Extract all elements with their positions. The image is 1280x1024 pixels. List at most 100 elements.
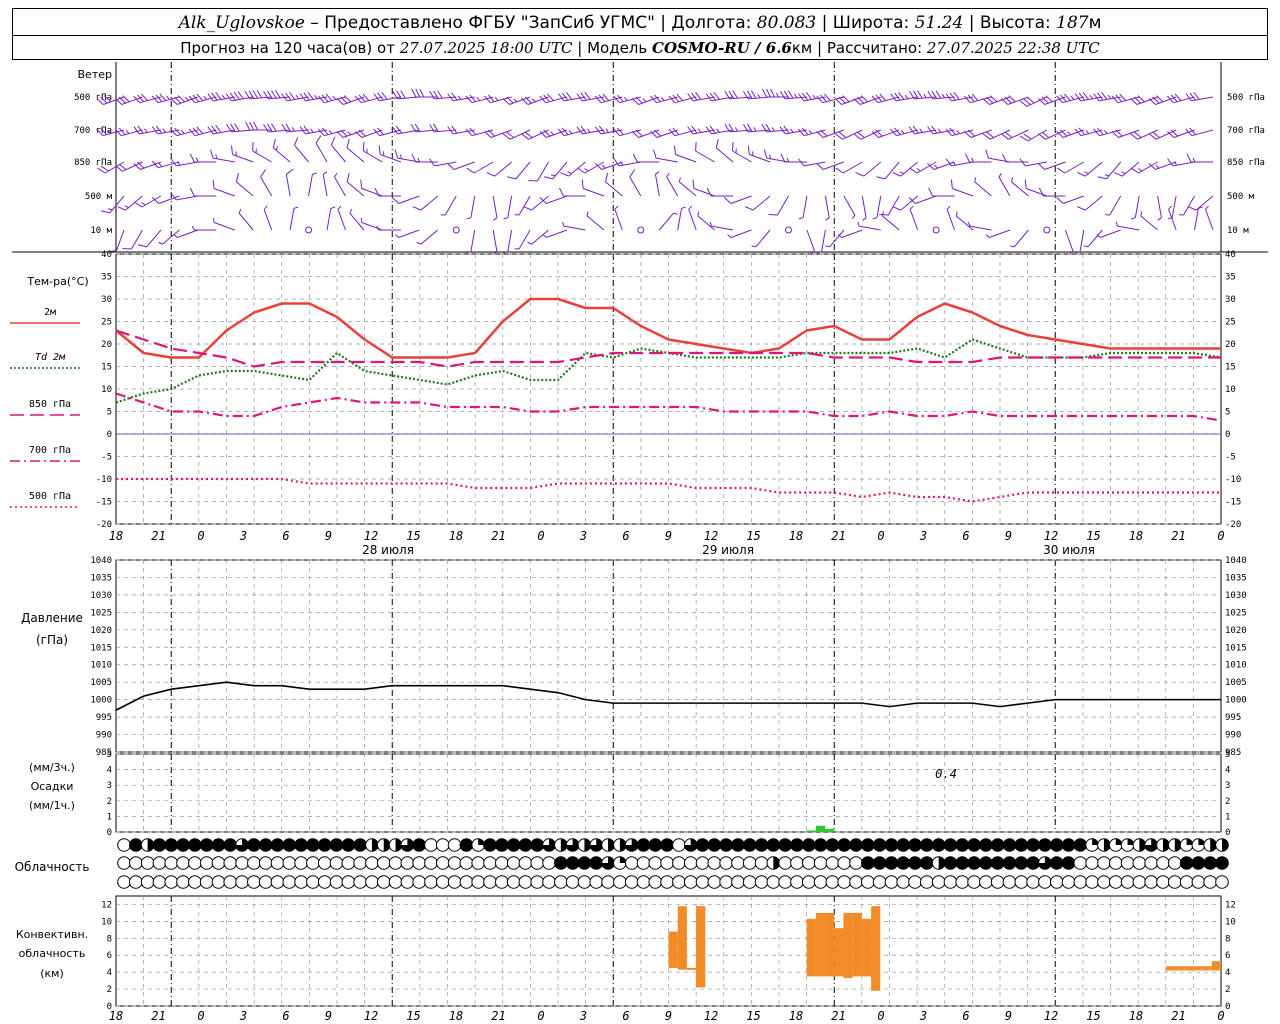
cloud-cover-symbol [117,875,131,889]
wind-barb-flag [286,168,294,175]
wind-barb [872,195,882,220]
convective-bar [806,918,816,977]
pressure-right-tick-label: 1025 [1225,608,1247,618]
wind-barb-staff [1134,195,1140,218]
wind-barb [115,161,143,172]
wind-barb-staff [859,225,881,231]
wind-barb-halfflag [900,129,905,134]
cloud-cover-symbol [707,875,722,889]
wind-barb [881,211,900,231]
temperature-time-tick-label: 3 [919,529,927,543]
cloud-cover-symbol [813,856,828,870]
cloud-cover-symbol [778,838,792,852]
temperature-legend-label: 700 гПа [29,445,71,456]
pressure-left-tick-label: 990 [96,731,112,741]
cloud-cover-symbol [152,838,167,852]
wind-barb-flag [346,139,350,148]
cloud-cover-symbol [577,856,592,870]
temperature-time-tick-label: 12 [1044,529,1058,543]
wind-barb [1000,95,1029,105]
cloud-cover-symbol [1002,875,1017,889]
wind-barb-flag [252,90,259,99]
cloud-cover-symbol [943,838,958,852]
wind-barb-flag [507,176,517,180]
wind-barb-staff [821,229,826,252]
cloud-cover-symbol [152,856,167,870]
cloud-cover-symbol [1038,875,1052,889]
cloud-cover-symbol [837,856,851,870]
wind-barb [797,127,826,137]
wind-barb-staff [730,229,752,238]
precip-left-tick-label: 2 [107,797,112,807]
wind-barb-halfflag [334,172,338,178]
wind-barb-flag [245,121,251,131]
wind-barb [817,229,826,254]
wind-barb [857,221,881,231]
convective-bar [834,928,844,977]
wind-barb-staff [564,129,586,137]
cloud-cover-symbol [1026,875,1040,889]
temperature-time-tick-label: 15 [406,529,420,543]
wind-barb-halfflag [514,214,520,216]
convective-right-tick-label: 4 [1225,968,1230,978]
wind-barb [763,149,789,163]
wind-barb [137,229,162,248]
wind-barb-halfflag [162,128,166,133]
wind-barb-flag [210,149,214,159]
cloud-cover-symbol [955,856,970,870]
wind-barb-flag [253,121,259,131]
wind-barb-halfflag [727,234,732,238]
wind-barb-flag [411,88,417,98]
wind-barb [557,127,586,137]
wind-barb-staff [804,129,826,137]
wind-barb-flag [935,90,942,99]
temperature-time-tick-label: 21 [831,529,845,543]
wind-barb-staff [1099,129,1121,137]
cloud-cover-symbol [1191,875,1206,889]
wind-barb-staff [260,176,273,197]
wind-barb-staff [998,176,1011,197]
wind-barb [235,173,254,197]
temperature-right-tick-label: 20 [1225,340,1236,350]
bottom-time-tick-label: 0 [877,1009,884,1023]
wind-barb-staff [695,150,715,163]
wind-barb-staff [1117,225,1140,231]
wind-barb-halfflag [416,241,422,245]
cloud-cover-symbol [447,875,462,889]
cloud-cover-symbol [518,838,533,852]
temperature-time-tick-label: 6 [962,529,969,543]
wind-barb-staff [492,195,498,218]
wind-barb [326,206,336,231]
wind-barb-staff [715,147,734,163]
bottom-time-tick-label: 9 [665,1009,672,1023]
wind-barb-halfflag [466,217,472,220]
wind-barb [539,129,568,138]
clouds-title: Облачность [15,860,90,874]
cloud-cover-symbol [530,875,545,889]
cloud-cover-symbol [672,875,686,889]
wind-barb [876,161,900,180]
wind-barb [613,94,641,104]
wind-barb-staff [955,215,974,231]
wind-barb-staff [527,96,549,105]
wind-barb-staff [666,176,679,197]
wind-barb-staff [546,129,568,138]
precip-title: Осадки [31,780,74,793]
wind-barb-staff [361,222,383,231]
cloud-cover-symbol [424,838,438,852]
cloud-cover-symbol [990,856,1005,870]
wind-barb-staff [121,129,143,137]
wind-calm-marker [1043,226,1051,234]
wind-barb-staff [252,150,272,163]
wind-barb [411,88,438,98]
pressure-left-tick-label: 1015 [90,643,112,653]
cloud-cover-symbol [1073,875,1088,889]
wind-barb-staff [674,129,697,137]
cloud-cover-symbol [294,856,308,870]
wind-barb-staff [315,142,328,163]
cloud-cover-symbol [188,838,202,852]
wind-barb-halfflag [476,96,481,101]
wind-barb-flag [360,179,363,189]
wind-barb-staff [420,229,439,245]
wind-barb-halfflag [550,131,555,136]
